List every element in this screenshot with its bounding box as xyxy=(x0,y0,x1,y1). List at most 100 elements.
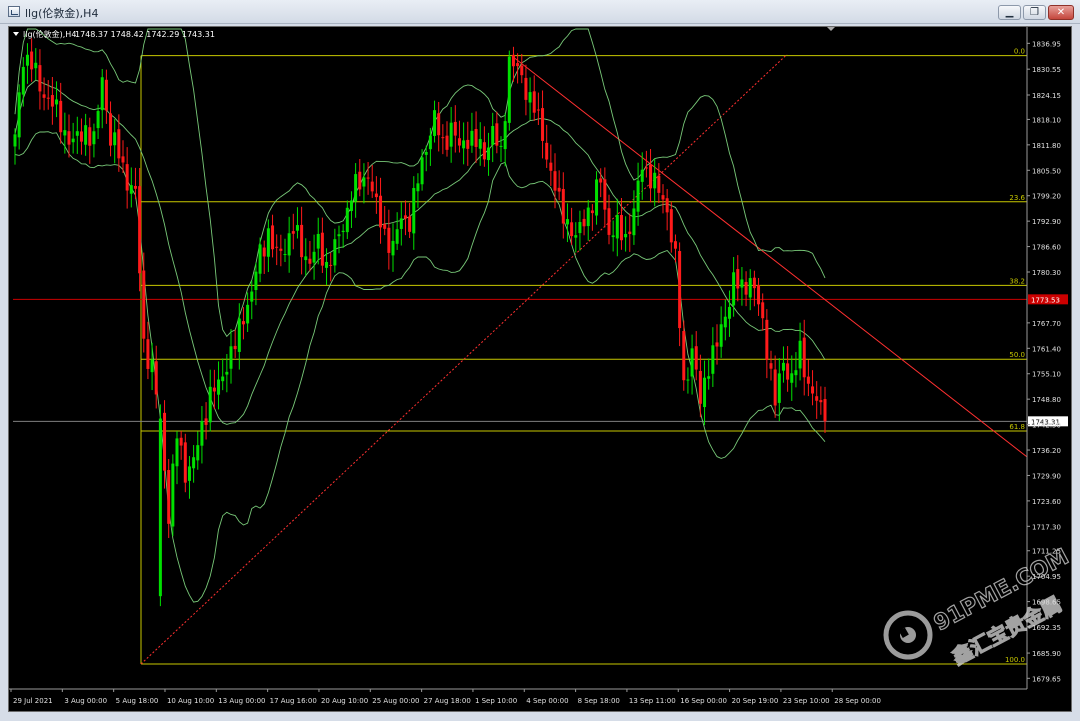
candle-body xyxy=(366,177,370,179)
candle-body xyxy=(117,129,121,159)
price-tick-label: 1729.90 xyxy=(1032,472,1061,480)
candle-body xyxy=(254,271,258,291)
candle-body xyxy=(640,169,644,182)
candle-body xyxy=(221,376,225,382)
candle-body xyxy=(528,92,532,103)
candle-body xyxy=(690,348,694,377)
candle-body xyxy=(719,324,723,347)
minimize-button[interactable]: ▁ xyxy=(998,5,1021,20)
candle-body xyxy=(752,277,756,289)
candle-body xyxy=(790,373,794,383)
candle-body xyxy=(445,135,449,150)
chart-canvas[interactable]: 0.023.638.250.061.8100.0 1836.951830.551… xyxy=(9,27,1073,713)
candle-body xyxy=(79,131,83,142)
candle-body xyxy=(765,319,769,360)
candle-body xyxy=(516,63,520,67)
candles xyxy=(13,38,827,607)
candle-body xyxy=(316,233,320,249)
candle-body xyxy=(337,234,341,237)
candle-body xyxy=(819,400,823,403)
candle-body xyxy=(686,379,690,381)
candle-body xyxy=(511,54,515,67)
price-tick-label: 1755.10 xyxy=(1032,371,1061,379)
price-tick-label: 1811.80 xyxy=(1032,142,1061,150)
candle-body xyxy=(437,113,441,136)
fib-label-1: 23.6 xyxy=(1009,194,1025,202)
price-chart[interactable]: 0.0 23.6 38.2 50.0 61.8 100.0 1836.95 1830.55 1… xyxy=(8,26,1073,713)
candle-body xyxy=(711,345,715,374)
candle-body xyxy=(84,125,88,145)
candle-body xyxy=(88,127,92,146)
candle-body xyxy=(271,225,275,250)
candle-body xyxy=(212,387,216,392)
price-tick-label: 1736.20 xyxy=(1032,447,1061,455)
candle-body xyxy=(549,162,553,171)
time-tick-label: 29 Jul 2021 xyxy=(13,697,53,705)
candle-body xyxy=(308,258,312,264)
window-titlebar[interactable]: llg(伦敦金),H4 ▁ ❐ ✕ xyxy=(0,0,1080,24)
time-axis: 29 Jul 2021 3 Aug 00:00 5 Aug 18:00 10 Aug … xyxy=(9,688,1027,705)
candle-body xyxy=(462,140,466,149)
candle-body xyxy=(474,129,478,147)
candle-body xyxy=(291,231,295,234)
candle-body xyxy=(320,232,324,266)
candle-body xyxy=(449,122,453,147)
candle-body xyxy=(478,139,482,149)
candle-body xyxy=(34,62,38,69)
candle-body xyxy=(229,346,233,369)
maximize-button[interactable]: ❐ xyxy=(1023,5,1046,20)
candle-body xyxy=(669,209,673,243)
candle-body xyxy=(113,132,117,146)
time-tick-label: 20 Aug 10:00 xyxy=(321,697,368,705)
candle-body xyxy=(536,109,540,111)
candle-body xyxy=(192,457,196,469)
candle-body xyxy=(279,248,283,251)
candle-body xyxy=(46,97,50,99)
price-tick-label: 1780.30 xyxy=(1032,269,1061,277)
dropdown-triangle-icon[interactable] xyxy=(13,32,19,36)
candle-body xyxy=(453,121,457,136)
candle-body xyxy=(104,79,108,111)
candle-body xyxy=(424,151,428,155)
candle-body xyxy=(433,110,437,136)
candle-body xyxy=(470,130,474,146)
price-tick-label: 1786.60 xyxy=(1032,244,1061,252)
candle-body xyxy=(520,65,524,76)
close-button[interactable]: ✕ xyxy=(1048,5,1074,20)
candle-body xyxy=(325,261,329,268)
candle-body xyxy=(75,131,79,136)
time-tick-label: 8 Sep 18:00 xyxy=(578,697,620,705)
candle-body xyxy=(570,222,574,237)
shift-marker-icon[interactable] xyxy=(827,27,835,31)
chart-window-icon xyxy=(8,6,20,17)
candle-body xyxy=(798,340,802,369)
candle-body xyxy=(354,174,358,202)
candle-body xyxy=(541,108,545,141)
candle-body xyxy=(358,171,362,190)
restore-icon: ❐ xyxy=(1030,7,1039,18)
candle-body xyxy=(823,399,827,422)
candle-body xyxy=(63,130,67,136)
candle-body xyxy=(628,231,632,235)
candle-body xyxy=(503,121,507,150)
time-tick-label: 10 Aug 10:00 xyxy=(167,697,214,705)
candle-body xyxy=(757,285,761,305)
price-tick-label: 1748.80 xyxy=(1032,396,1061,404)
candle-body xyxy=(682,331,686,381)
candle-body xyxy=(482,142,486,160)
close-icon: ✕ xyxy=(1056,7,1066,18)
candle-body xyxy=(92,131,96,145)
price-tick-label: 1824.15 xyxy=(1032,92,1061,100)
candle-body xyxy=(786,363,790,380)
candle-body xyxy=(586,207,590,227)
chart-header: llg(伦敦金),H4 1748.37 1748.42 1742.29 1743… xyxy=(13,27,835,39)
candle-body xyxy=(362,177,366,187)
candle-body xyxy=(21,66,25,95)
candle-body xyxy=(208,386,212,423)
candle-body xyxy=(59,100,63,133)
candle-body xyxy=(491,126,495,145)
descending-trend-line xyxy=(513,57,1028,458)
price-axis: 1836.95 1830.55 1824.15 1818.10 1811.80 1805.… xyxy=(1026,27,1068,689)
candle-body xyxy=(283,254,287,256)
price-tick-label: 1717.30 xyxy=(1032,523,1061,531)
